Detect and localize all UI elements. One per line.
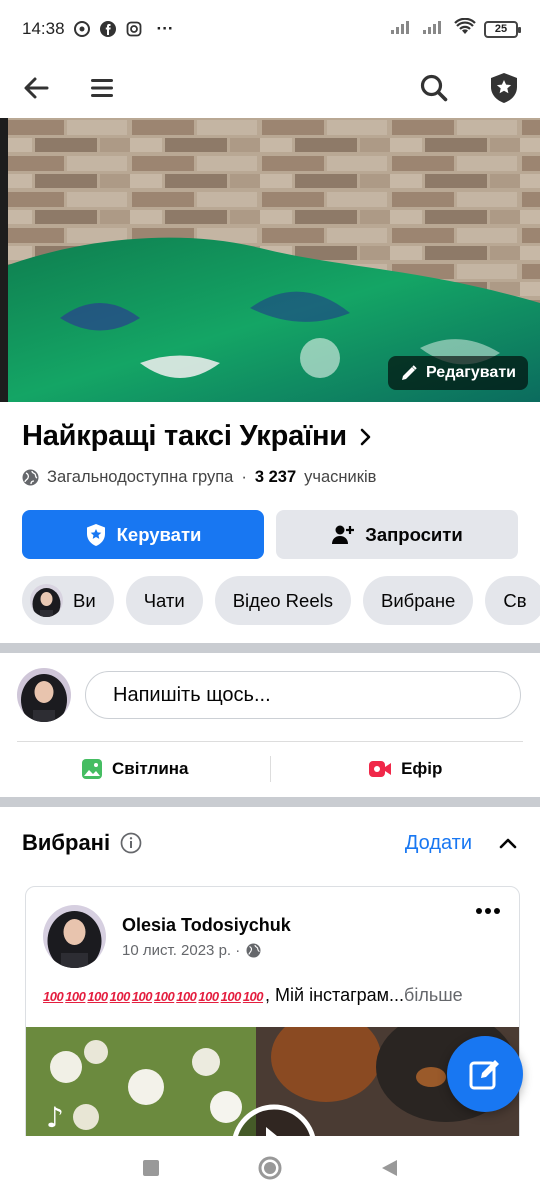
- section-divider: [0, 797, 540, 807]
- menu-icon[interactable]: [82, 68, 122, 108]
- hundred-points-emoji: 100: [242, 989, 264, 1004]
- group-cover-photo[interactable]: Редагувати: [0, 118, 540, 402]
- svg-text:♪: ♪: [46, 1101, 64, 1134]
- section-divider: [0, 643, 540, 653]
- status-overflow: ···: [156, 19, 174, 38]
- post-author[interactable]: Olesia Todosiychuk: [122, 915, 291, 936]
- tab-reels[interactable]: Відео Reels: [214, 576, 351, 625]
- post-text: 100 100 100 100 100 100 100 100 100 100, Мій інст…: [43, 985, 463, 1006]
- tab-you[interactable]: Ви: [22, 576, 114, 625]
- facebook-icon: [99, 20, 117, 38]
- hundred-points-emoji: 100: [220, 989, 242, 1004]
- meta-separator: ·: [241, 468, 247, 486]
- member-count[interactable]: 3 237: [255, 468, 296, 487]
- hundred-points-emoji: 100: [65, 989, 86, 1004]
- featured-header: Вибрані Додати: [22, 830, 518, 856]
- photo-label: Світлина: [111, 759, 189, 778]
- featured-post-card[interactable]: Olesia Todosiychuk 10 лист. 2023 р. · 10…: [25, 886, 520, 1146]
- live-label: Ефір: [401, 759, 443, 778]
- edit-cover-label: Редагувати: [426, 364, 516, 381]
- back-icon[interactable]: [379, 1158, 399, 1178]
- system-navigation-bar: [0, 1136, 540, 1200]
- avatar: [30, 584, 63, 617]
- tab-label: Чати: [143, 589, 185, 611]
- back-arrow-icon[interactable]: [16, 68, 56, 108]
- manage-button[interactable]: Керувати: [22, 510, 264, 559]
- hundred-points-emoji: 100: [154, 989, 175, 1004]
- hundred-points-emoji: 100: [87, 989, 108, 1004]
- signal-icon-2: [422, 19, 446, 40]
- post-composer: Напишіть щось...: [17, 668, 521, 722]
- hundred-points-emoji: 100: [198, 989, 219, 1004]
- edit-cover-button[interactable]: Редагувати: [388, 356, 528, 390]
- photo-icon: [81, 759, 102, 779]
- search-icon[interactable]: [414, 68, 454, 108]
- avatar[interactable]: [17, 668, 71, 722]
- tab-label: Вибране: [380, 589, 456, 611]
- edit-compose-icon: [469, 1060, 499, 1090]
- manage-label: Керувати: [116, 523, 202, 545]
- info-icon[interactable]: [120, 832, 142, 854]
- see-more-link[interactable]: більше: [404, 985, 463, 1005]
- post-date-text: 10 лист. 2023 р. ·: [122, 942, 241, 959]
- wifi-icon: [454, 17, 476, 41]
- tab-label: Відео Reels: [232, 589, 333, 611]
- photo-button[interactable]: Світлина: [0, 758, 270, 780]
- group-meta: Загальнодоступна група · 3 237 учасників: [22, 468, 376, 487]
- group-name: Найкращі таксі України: [22, 420, 347, 452]
- hundred-points-emoji: 100: [109, 989, 131, 1004]
- add-person-icon: [332, 525, 355, 544]
- post-video-thumbnail[interactable]: ♪: [26, 1027, 519, 1145]
- more-options-icon[interactable]: [475, 907, 501, 915]
- status-bar: 14:38 ··· 25: [0, 0, 540, 58]
- video-thumbnail-image: ♪: [26, 1027, 519, 1145]
- compose-post-fab[interactable]: [447, 1036, 523, 1112]
- hundred-emoji-row: 100 100 100 100 100 100 100 100 100 100: [43, 985, 265, 1005]
- chevron-up-icon[interactable]: [498, 836, 518, 850]
- hundred-points-emoji: 100: [43, 989, 64, 1004]
- composer-placeholder: Напишіть щось...: [113, 683, 271, 706]
- tab-featured[interactable]: Вибране: [362, 576, 474, 625]
- live-button[interactable]: Ефір: [271, 759, 540, 779]
- group-privacy: Загальнодоступна група: [47, 468, 234, 486]
- live-video-icon: [369, 761, 392, 777]
- signal-icon: [390, 19, 414, 40]
- home-icon[interactable]: [257, 1155, 283, 1181]
- recent-apps-icon[interactable]: [141, 1158, 161, 1178]
- action-row: Керувати Запросити: [22, 510, 518, 559]
- tab-more[interactable]: Св: [485, 576, 540, 625]
- post-header: Olesia Todosiychuk 10 лист. 2023 р. ·: [43, 905, 291, 968]
- composer-actions: Світлина Ефір: [0, 742, 540, 796]
- chevron-right-icon: [360, 428, 371, 445]
- hundred-points-emoji: 100: [131, 989, 153, 1004]
- add-featured-link[interactable]: Додати: [405, 832, 472, 855]
- group-tabs: Ви Чати Відео Reels Вибране Св: [22, 576, 540, 625]
- admin-shield-icon: [86, 523, 105, 546]
- invite-label: Запросити: [365, 523, 463, 545]
- admin-shield-icon[interactable]: [484, 68, 524, 108]
- invite-button[interactable]: Запросити: [276, 510, 518, 559]
- pencil-icon: [402, 365, 417, 380]
- featured-title: Вибрані: [22, 830, 111, 855]
- status-time: 14:38: [22, 19, 65, 38]
- hundred-points-emoji: 100: [176, 989, 197, 1004]
- top-nav: [0, 58, 540, 118]
- tab-label: Св: [503, 589, 527, 611]
- battery-indicator: 25: [484, 20, 521, 38]
- chrome-icon: [73, 20, 91, 38]
- tab-chats[interactable]: Чати: [125, 576, 203, 625]
- post-text-body: , Мій інстаграм...: [265, 985, 405, 1005]
- instagram-icon: [125, 20, 143, 38]
- avatar[interactable]: [43, 905, 106, 968]
- group-title[interactable]: Найкращі таксі України: [22, 420, 373, 453]
- globe-icon: [22, 469, 39, 486]
- tab-label: Ви: [73, 589, 96, 611]
- members-label[interactable]: учасників: [304, 468, 376, 487]
- post-date: 10 лист. 2023 р. ·: [122, 942, 291, 959]
- write-something-input[interactable]: Напишіть щось...: [85, 671, 521, 719]
- globe-icon: [246, 943, 261, 958]
